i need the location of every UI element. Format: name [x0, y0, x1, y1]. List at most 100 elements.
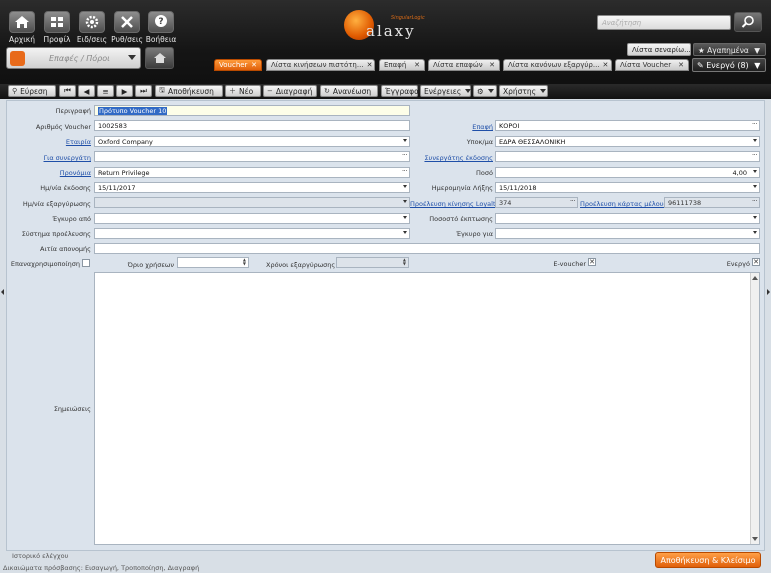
tab-label: Λίστα κανόνων εξαργύρ...	[508, 61, 600, 69]
first-record-button[interactable]: ⏮	[59, 85, 76, 97]
issue-date-input[interactable]: 15/11/2017	[94, 182, 410, 193]
settings-dropdown[interactable]: ⚙	[473, 85, 497, 97]
tab-voucher[interactable]: Voucher ✕	[214, 59, 262, 71]
tab-contact[interactable]: Επαφή ✕	[379, 59, 425, 71]
voucher-number-input[interactable]: 1002583	[94, 120, 410, 131]
chevron-down-icon	[540, 89, 547, 93]
company-link[interactable]: Εταιρία	[10, 138, 91, 146]
close-icon[interactable]: ✕	[367, 61, 373, 69]
branch-select[interactable]: ΕΔΡΑ ΘΕΣΣΑΛΟΝΙΚΗ	[495, 136, 760, 147]
amount-input[interactable]: 4,00	[495, 167, 760, 178]
user-dropdown[interactable]: Χρήστης	[499, 85, 548, 97]
description-input[interactable]: Πρότυπο Voucher 10	[94, 105, 410, 116]
lookup-icon[interactable]: ···	[402, 168, 408, 175]
new-button[interactable]: ＋ Νέο	[225, 85, 261, 97]
search-button[interactable]	[734, 12, 762, 32]
search-icon	[741, 15, 754, 28]
tab-label: Λίστα Voucher	[620, 61, 672, 69]
description-label: Περιγραφή	[55, 107, 91, 115]
module-select[interactable]: Επαφές / Πόροι	[6, 47, 141, 69]
nav-notifications-label: Ειδ/σεις	[76, 35, 108, 44]
partner-link[interactable]: Για συνεργάτη	[10, 154, 92, 162]
favorites-button[interactable]: ★ Αγαπημένα ▼	[693, 43, 766, 56]
save-button[interactable]: 🖫 Αποθήκευση	[155, 85, 223, 97]
contact-link[interactable]: Επαφή	[412, 123, 493, 131]
amount-label: Ποσό	[476, 169, 493, 177]
house-icon	[153, 53, 166, 63]
contact-input[interactable]: ΚΟΡΟΙ ···	[495, 120, 760, 131]
lookup-icon[interactable]: ···	[752, 152, 758, 159]
notes-textarea[interactable]	[94, 272, 760, 545]
nav-notifications-button[interactable]: Ειδ/σεις	[76, 11, 108, 44]
audit-history-text: Ιστορικό ελέγχου	[12, 552, 69, 560]
svg-text:?: ?	[158, 17, 163, 27]
scroll-down-icon[interactable]	[752, 537, 758, 541]
origin-system-select[interactable]	[94, 228, 410, 239]
tab-redeem-rules[interactable]: Λίστα κανόνων εξαργύρ... ✕	[503, 59, 612, 71]
issue-date-label: Ημ/νία έκδοσης	[40, 184, 91, 192]
close-icon[interactable]: ✕	[678, 61, 684, 69]
nav-home-button[interactable]: Αρχική	[6, 11, 38, 44]
active-label: Ενεργό	[726, 260, 750, 268]
scroll-up-icon[interactable]	[752, 276, 758, 280]
workspace-home-button[interactable]	[145, 47, 174, 69]
notes-label: Σημειώσεις	[53, 405, 91, 413]
evoucher-checkbox[interactable]: ✕	[588, 258, 596, 266]
refresh-button[interactable]: ↻ Ανανέωση	[320, 85, 378, 97]
nav-profile-button[interactable]: Προφίλ	[41, 11, 73, 44]
tab-label: Επαφή	[384, 61, 407, 69]
delete-button[interactable]: − Διαγραφή	[263, 85, 317, 97]
documents-button[interactable]: Έγγραφα	[381, 85, 419, 97]
valid-for-select[interactable]	[495, 228, 760, 239]
scenarios-list-button[interactable]: Λίστα σεναρίω...	[627, 43, 691, 56]
partner-input[interactable]: ···	[94, 151, 410, 162]
usage-limit-input[interactable]: ▲ ▼	[177, 257, 249, 268]
nav-help-button[interactable]: ? Βοήθεια	[145, 11, 177, 44]
spinner-icon[interactable]: ▲ ▼	[243, 258, 246, 266]
save-and-close-button[interactable]: Αποθήκευση & Κλείσιμο	[655, 552, 761, 568]
profile-icon	[44, 11, 70, 33]
reusable-checkbox[interactable]	[82, 259, 90, 267]
privilege-link[interactable]: Προνόμια	[10, 169, 91, 177]
notes-scrollbar[interactable]	[750, 273, 759, 544]
cancel-reason-input[interactable]	[94, 243, 760, 254]
origin-system-label: Σύστημα προέλευσης	[21, 230, 91, 238]
cancel-reason-label: Αιτία απονομής	[40, 245, 91, 253]
refresh-icon: ↻	[324, 87, 330, 95]
nav-settings-button[interactable]: Ρυθ/σεις	[111, 11, 143, 44]
card-origin-link[interactable]: Προέλευση κάρτας μέλους	[580, 200, 667, 208]
issuer-link[interactable]: Συνεργάτης έκδοσης	[412, 154, 493, 162]
lookup-icon[interactable]: ···	[752, 121, 758, 128]
close-icon[interactable]: ✕	[414, 61, 420, 69]
left-collapse-icon[interactable]	[1, 289, 4, 295]
prev-record-button[interactable]: ◀	[78, 85, 95, 97]
next-record-button[interactable]: ▶	[116, 85, 133, 97]
search-input[interactable]: Αναζήτηση	[597, 15, 731, 30]
privilege-input[interactable]: Return Privilege ···	[94, 167, 410, 178]
loyalty-origin-link[interactable]: Προέλευση κίνησης Loyalty	[410, 200, 499, 208]
voucher-number-label: Αριθμός Voucher	[35, 123, 91, 131]
active-checkbox[interactable]: ✕	[752, 258, 760, 266]
valid-from-input[interactable]	[94, 213, 410, 224]
close-icon[interactable]: ✕	[489, 61, 495, 69]
help-icon: ?	[148, 11, 174, 33]
tab-loyalty-movements[interactable]: Λίστα κινήσεων πιστότη... ✕	[266, 59, 375, 71]
right-collapse-icon[interactable]	[767, 289, 770, 295]
discount-input[interactable]	[495, 213, 760, 224]
pencil-icon: ✎	[697, 61, 704, 70]
expiry-date-input[interactable]: 15/11/2018	[495, 182, 760, 193]
chevron-down-icon: ▼	[754, 46, 761, 55]
last-record-button[interactable]: ⏭	[135, 85, 152, 97]
close-icon[interactable]: ✕	[603, 61, 609, 69]
lookup-icon[interactable]: ···	[402, 152, 408, 159]
tab-voucher-list[interactable]: Λίστα Voucher ✕	[615, 59, 689, 71]
list-button[interactable]: ≡	[97, 85, 114, 97]
actions-dropdown[interactable]: Ενέργειες	[420, 85, 472, 97]
tab-contacts-list[interactable]: Λίστα επαφών ✕	[428, 59, 500, 71]
issuer-input[interactable]: ···	[495, 151, 760, 162]
find-button[interactable]: ⚲ Εύρεση	[8, 85, 56, 97]
close-icon[interactable]: ✕	[251, 61, 257, 69]
save-icon: 🖫	[159, 85, 165, 94]
company-select[interactable]: Oxford Company	[94, 136, 410, 147]
active-windows-button[interactable]: ✎ Ενεργό (8) ▼	[692, 58, 766, 72]
